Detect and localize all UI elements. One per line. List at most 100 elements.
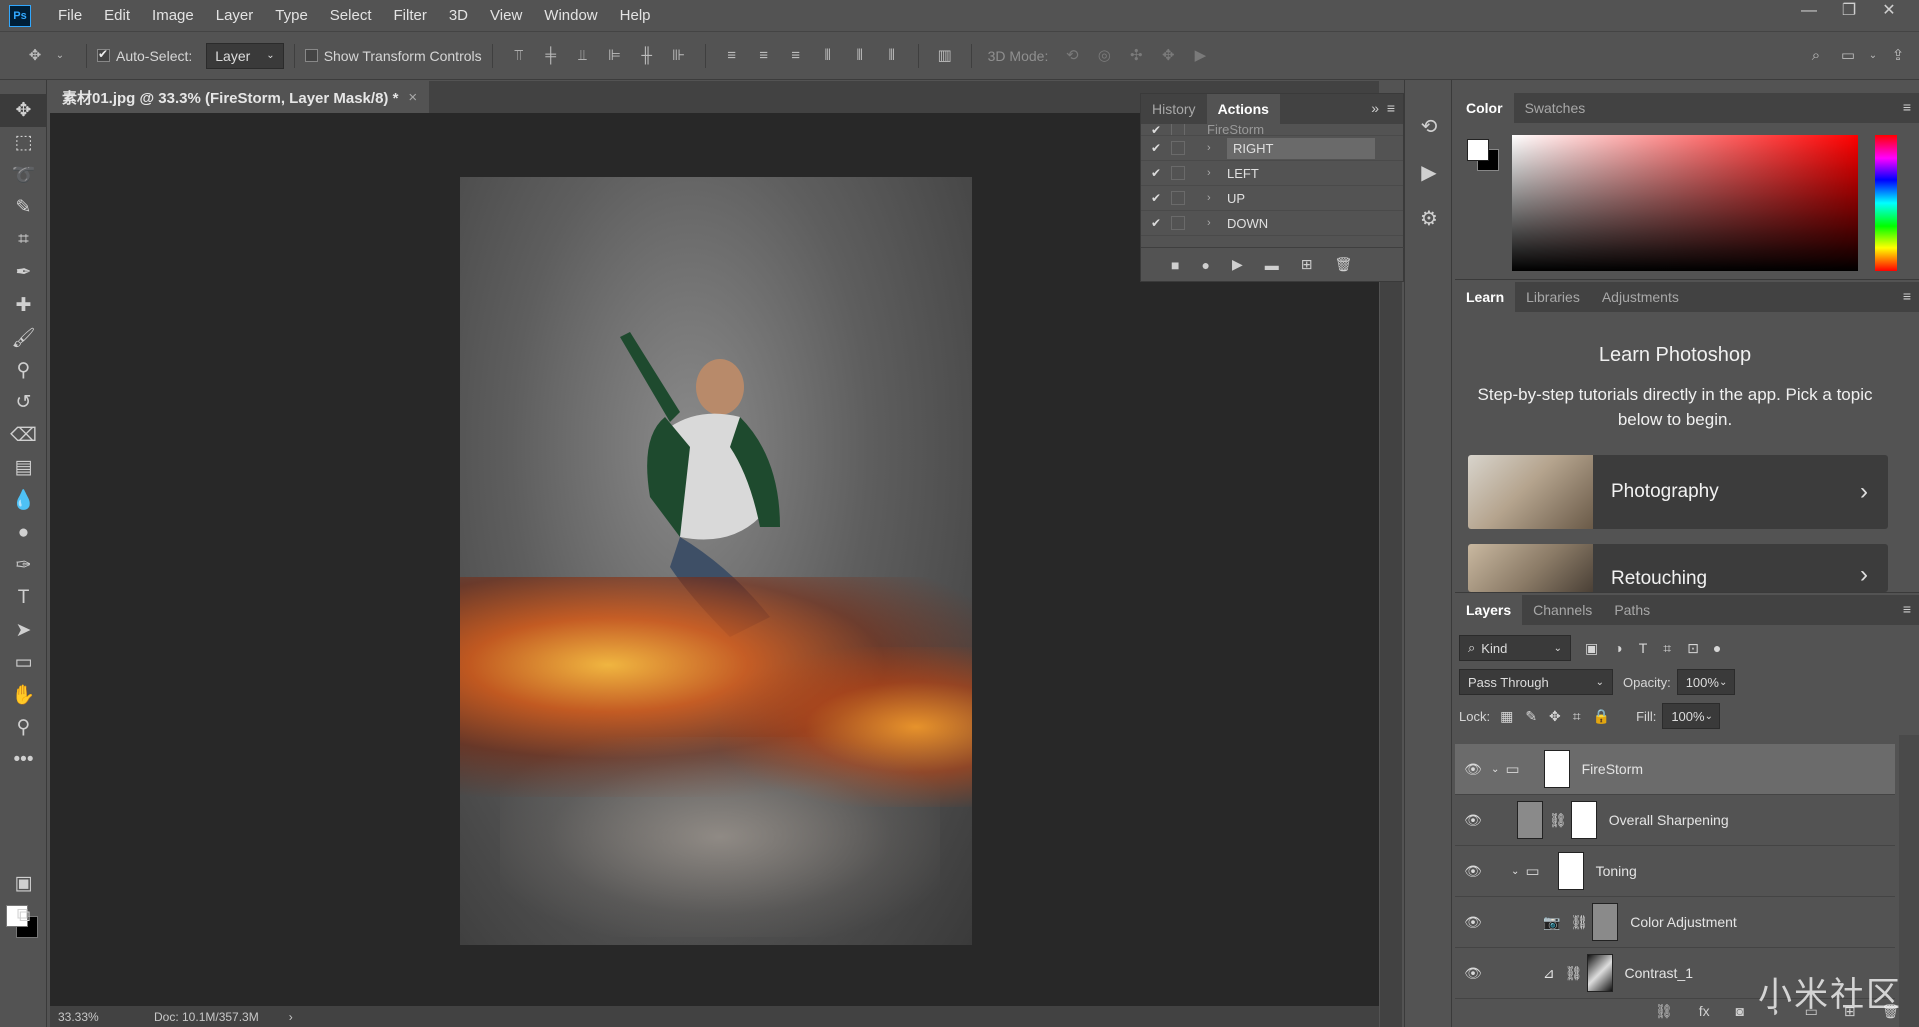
distribute-vcenter-icon[interactable]: ≡ xyxy=(755,47,773,65)
crop-tool-icon[interactable]: ⌗ xyxy=(0,224,47,257)
record-icon[interactable]: ● xyxy=(1201,257,1209,273)
dialog-toggle[interactable] xyxy=(1171,191,1185,205)
layer-name[interactable]: FireStorm xyxy=(1582,761,1643,777)
action-row-right[interactable]: ✔ › RIGHT xyxy=(1141,136,1403,161)
align-vcenter-icon[interactable]: ╪ xyxy=(542,47,560,65)
3d-scale-icon[interactable]: ▶ xyxy=(1191,47,1209,65)
dodge-tool-icon[interactable]: ● xyxy=(0,517,47,550)
layer-mask-thumbnail[interactable] xyxy=(1570,801,1597,839)
filter-kind-dropdown[interactable]: ⌕ Kind ⌄ xyxy=(1459,635,1571,661)
document-tab[interactable]: 素材01.jpg @ 33.3% (FireStorm, Layer Mask/… xyxy=(50,81,430,113)
visibility-eye-icon[interactable]: 👁 xyxy=(1455,914,1491,931)
actions-panel-icon[interactable]: ▶ xyxy=(1405,152,1453,192)
path-selection-tool-icon[interactable]: ➤ xyxy=(0,614,47,647)
visibility-eye-icon[interactable]: 👁 xyxy=(1455,812,1491,829)
new-set-folder-icon[interactable]: ▬ xyxy=(1265,257,1279,273)
minimize-button[interactable]: — xyxy=(1789,0,1829,24)
rectangle-tool-icon[interactable]: ▭ xyxy=(0,647,47,680)
layer-mask-thumbnail[interactable] xyxy=(1592,903,1619,941)
properties-panel-icon[interactable]: ⚙ xyxy=(1405,198,1453,238)
expand-arrow-icon[interactable]: › xyxy=(1207,167,1219,179)
filter-pixel-icon[interactable]: ▣ xyxy=(1585,640,1598,657)
distribute-left-icon[interactable]: ⦀ xyxy=(819,47,837,65)
action-row-up[interactable]: ✔ › UP xyxy=(1141,186,1403,211)
tab-libraries[interactable]: Libraries xyxy=(1515,282,1591,312)
layer-name[interactable]: Color Adjustment xyxy=(1630,914,1737,930)
tab-channels[interactable]: Channels xyxy=(1522,595,1603,625)
lock-all-icon[interactable]: 🔒 xyxy=(1593,708,1610,725)
action-set-row[interactable]: ✔ FireStorm xyxy=(1141,124,1403,136)
distribute-bottom-icon[interactable]: ≡ xyxy=(787,47,805,65)
visibility-eye-icon[interactable]: 👁 xyxy=(1455,761,1491,778)
move-tool-icon[interactable]: ✥ xyxy=(26,47,44,65)
history-panel-icon[interactable]: ⟲ xyxy=(1405,106,1453,146)
lasso-tool-icon[interactable]: ➰ xyxy=(0,159,47,192)
panel-menu-icon[interactable]: ≡ xyxy=(1903,601,1911,617)
tab-actions[interactable]: Actions xyxy=(1206,94,1280,124)
hue-slider[interactable] xyxy=(1875,135,1897,271)
layer-name[interactable]: Toning xyxy=(1596,863,1637,879)
new-action-icon[interactable]: ⊞ xyxy=(1301,256,1313,273)
layer-row-overall-sharpening[interactable]: 👁 ⛓ Overall Sharpening xyxy=(1455,795,1895,846)
align-hcenter-icon[interactable]: ╫ xyxy=(638,47,656,65)
filter-adjustment-icon[interactable]: ◑ xyxy=(1614,640,1622,656)
panel-menu-icon[interactable]: » ≡ xyxy=(1371,100,1395,116)
chevron-down-icon[interactable]: ⌄ xyxy=(51,47,69,65)
restore-button[interactable]: ❐ xyxy=(1829,0,1869,24)
chevron-down-icon[interactable]: ⌄ xyxy=(1511,866,1519,877)
close-tab-icon[interactable]: × xyxy=(408,89,417,106)
filter-smart-object-icon[interactable]: ⊡ xyxy=(1687,640,1699,657)
expand-arrow-icon[interactable]: › xyxy=(1207,192,1219,204)
lock-image-icon[interactable]: ✎ xyxy=(1525,708,1537,725)
history-brush-tool-icon[interactable]: ↺ xyxy=(0,387,47,420)
dialog-toggle[interactable] xyxy=(1171,141,1185,155)
learn-card-retouching[interactable]: Retouching › xyxy=(1468,544,1888,592)
fx-icon[interactable]: fx xyxy=(1699,1003,1710,1020)
healing-brush-tool-icon[interactable]: ✚ xyxy=(0,289,47,322)
check-icon[interactable]: ✔ xyxy=(1141,216,1171,230)
visibility-eye-icon[interactable]: 👁 xyxy=(1455,863,1491,880)
distribute-top-icon[interactable]: ≡ xyxy=(723,47,741,65)
dialog-toggle[interactable] xyxy=(1171,166,1185,180)
opacity-input[interactable]: 100% ⌄ xyxy=(1676,669,1735,695)
layers-scrollbar[interactable] xyxy=(1899,735,1919,1027)
share-icon[interactable]: ⇪ xyxy=(1889,47,1907,65)
menu-file[interactable]: File xyxy=(47,0,93,31)
eyedropper-tool-icon[interactable]: ✒ xyxy=(0,257,47,290)
align-top-icon[interactable]: ⫪ xyxy=(510,47,528,65)
play-icon[interactable]: ▶ xyxy=(1232,256,1243,273)
visibility-eye-icon[interactable]: 👁 xyxy=(1455,965,1491,982)
auto-select-dropdown[interactable]: Layer ⌄ xyxy=(206,42,284,69)
3d-roll-icon[interactable]: ◎ xyxy=(1095,47,1113,65)
layer-row-toning[interactable]: 👁 ⌄ ▭ Toning xyxy=(1455,846,1895,897)
type-tool-icon[interactable]: T xyxy=(0,582,47,615)
quick-mask-icon[interactable]: ▣ xyxy=(0,867,47,900)
tab-learn[interactable]: Learn xyxy=(1455,282,1516,312)
check-icon[interactable]: ✔ xyxy=(1141,141,1171,155)
search-icon[interactable]: ⌕ xyxy=(1807,47,1825,65)
3d-slide-icon[interactable]: ✥ xyxy=(1159,47,1177,65)
layer-name[interactable]: Overall Sharpening xyxy=(1609,812,1729,828)
action-row-down[interactable]: ✔ › DOWN xyxy=(1141,211,1403,236)
align-right-icon[interactable]: ⊪ xyxy=(670,47,688,65)
quick-select-tool-icon[interactable]: ✎ xyxy=(0,192,47,225)
learn-card-photography[interactable]: Photography › xyxy=(1468,455,1888,529)
filter-shape-icon[interactable]: ⌗ xyxy=(1663,640,1671,657)
zoom-tool-icon[interactable]: ⚲ xyxy=(0,712,47,745)
brush-tool-icon[interactable]: 🖌 xyxy=(0,322,47,355)
eraser-tool-icon[interactable]: ⌫ xyxy=(0,419,47,452)
menu-3d[interactable]: 3D xyxy=(438,0,479,31)
link-layers-icon[interactable]: ⛓ xyxy=(1655,1003,1673,1020)
auto-align-icon[interactable]: ▥ xyxy=(936,47,954,65)
move-tool-icon[interactable]: ✥ xyxy=(0,94,47,127)
action-row-left[interactable]: ✔ › LEFT xyxy=(1141,161,1403,186)
clone-stamp-tool-icon[interactable]: ⚲ xyxy=(0,354,47,387)
distribute-hcenter-icon[interactable]: ⦀ xyxy=(851,47,869,65)
align-left-icon[interactable]: ⊫ xyxy=(606,47,624,65)
chevron-down-icon[interactable]: ⌄ xyxy=(1491,764,1499,775)
check-icon[interactable]: ✔ xyxy=(1141,191,1171,205)
layer-mask-thumbnail[interactable] xyxy=(1543,750,1570,788)
expand-arrow-icon[interactable]: › xyxy=(1207,217,1219,229)
3d-pan-icon[interactable]: ✣ xyxy=(1127,47,1145,65)
layer-row-firestorm[interactable]: 👁 ⌄ ▭ FireStorm xyxy=(1455,744,1895,795)
